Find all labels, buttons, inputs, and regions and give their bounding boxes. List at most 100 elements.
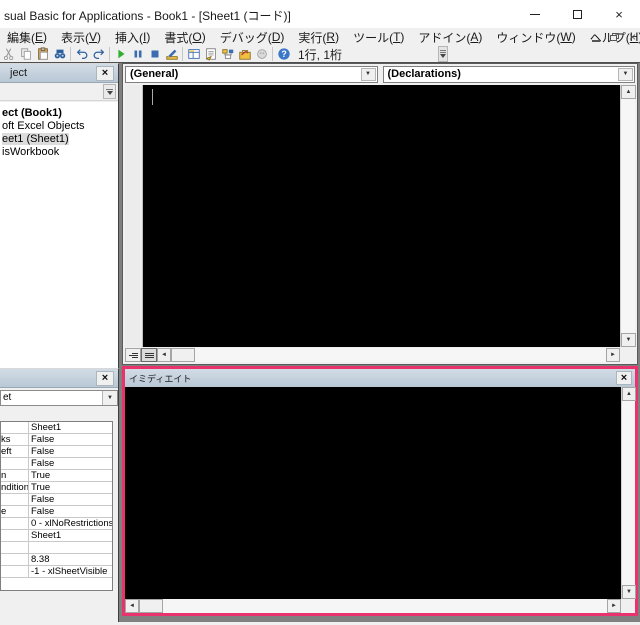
scroll-right-icon[interactable]: ► (607, 599, 621, 613)
tree-item-vbaproject[interactable]: ect (Book1) (0, 107, 118, 120)
property-name[interactable] (1, 518, 29, 529)
tree-item-sheet1[interactable]: eet1 (Sheet1) (0, 133, 118, 146)
property-name[interactable] (1, 566, 29, 577)
property-name[interactable]: n (1, 470, 29, 481)
menu-tools[interactable]: ツール(T) (346, 28, 411, 46)
property-name[interactable]: ks (1, 434, 29, 445)
property-value[interactable] (29, 542, 112, 553)
copy-icon[interactable] (17, 46, 34, 62)
assistant-icon[interactable] (253, 46, 270, 62)
object-combobox[interactable]: et ▼ (0, 390, 118, 406)
chevron-down-icon[interactable]: ▼ (360, 68, 376, 81)
code-editor-surface[interactable] (125, 85, 620, 347)
toolbar-overflow-button[interactable] (438, 46, 449, 62)
pause-icon[interactable] (129, 46, 146, 62)
immediate-vertical-scrollbar[interactable]: ▲ ▼ (621, 387, 636, 599)
menu-view[interactable]: 表示(V) (54, 28, 108, 46)
property-row[interactable]: n True (1, 470, 112, 482)
project-toolbar-overflow-button[interactable] (103, 84, 116, 99)
menu-window[interactable]: ウィンドウ(W) (489, 28, 582, 46)
tree-item-thisworkbook[interactable]: isWorkbook (0, 146, 118, 159)
run-icon[interactable] (112, 46, 129, 62)
object-dropdown[interactable]: (General) ▼ (125, 66, 378, 83)
project-close-button[interactable]: × (96, 66, 114, 81)
property-value[interactable]: False (29, 494, 112, 505)
property-row[interactable]: Sheet1 (1, 422, 112, 434)
property-name[interactable] (1, 554, 29, 565)
property-row[interactable]: e False (1, 506, 112, 518)
scrollbar-track[interactable] (163, 599, 607, 613)
help-icon[interactable]: ? (275, 46, 292, 62)
cut-icon[interactable] (0, 46, 17, 62)
property-name[interactable] (1, 530, 29, 541)
immediate-horizontal-scrollbar[interactable]: ◄ ► (125, 599, 621, 613)
property-row[interactable]: 8.38 (1, 554, 112, 566)
scroll-right-icon[interactable]: ► (606, 348, 620, 362)
property-value[interactable]: -1 - xlSheetVisible (29, 566, 112, 577)
scrollbar-thumb[interactable] (171, 348, 195, 362)
properties-window-icon[interactable] (202, 46, 219, 62)
chevron-down-icon[interactable]: ▼ (102, 391, 117, 405)
project-explorer-icon[interactable] (185, 46, 202, 62)
property-value[interactable]: 0 - xlNoRestrictions (29, 518, 112, 529)
property-row[interactable]: 0 - xlNoRestrictions (1, 518, 112, 530)
redo-icon[interactable] (90, 46, 107, 62)
property-value[interactable]: True (29, 482, 112, 493)
menu-edit[interactable]: 編集(E) (0, 28, 54, 46)
immediate-editor-surface[interactable] (125, 387, 621, 599)
mdi-close-icon[interactable]: × (629, 31, 636, 43)
code-horizontal-scrollbar[interactable]: ◄ ► (125, 348, 620, 362)
property-name[interactable] (1, 458, 29, 469)
find-icon[interactable] (51, 46, 68, 62)
property-row[interactable] (1, 542, 112, 554)
immediate-close-button[interactable]: × (616, 371, 632, 385)
properties-close-button[interactable]: × (96, 371, 114, 386)
scroll-down-icon[interactable]: ▼ (622, 585, 636, 599)
tree-item-excel-objects[interactable]: oft Excel Objects (0, 120, 118, 133)
property-name[interactable]: ndition (1, 482, 29, 493)
scroll-up-icon[interactable]: ▲ (621, 85, 636, 99)
property-row[interactable]: -1 - xlSheetVisible (1, 566, 112, 578)
property-name[interactable] (1, 494, 29, 505)
property-row[interactable]: False (1, 494, 112, 506)
paste-icon[interactable] (34, 46, 51, 62)
property-name[interactable] (1, 422, 29, 433)
property-row[interactable]: Sheet1 (1, 530, 112, 542)
property-row[interactable]: False (1, 458, 112, 470)
property-value[interactable]: False (29, 446, 112, 457)
code-vertical-scrollbar[interactable]: ▲ ▼ (620, 85, 636, 347)
stop-icon[interactable] (146, 46, 163, 62)
property-value[interactable]: Sheet1 (29, 422, 112, 433)
property-value[interactable]: False (29, 506, 112, 517)
menu-format[interactable]: 書式(O) (157, 28, 212, 46)
menu-run[interactable]: 実行(R) (291, 28, 346, 46)
chevron-down-icon[interactable]: ▼ (618, 68, 633, 81)
property-row[interactable]: ks False (1, 434, 112, 446)
property-name[interactable]: e (1, 506, 29, 517)
menu-addins[interactable]: アドイン(A) (411, 28, 489, 46)
property-value[interactable]: Sheet1 (29, 530, 112, 541)
close-button[interactable]: × (598, 0, 640, 28)
property-row[interactable]: eft False (1, 446, 112, 458)
property-name[interactable] (1, 542, 29, 553)
mdi-minimize-icon[interactable] (591, 40, 600, 42)
design-mode-icon[interactable] (163, 46, 180, 62)
scroll-up-icon[interactable]: ▲ (622, 387, 636, 401)
toolbox-icon[interactable] (236, 46, 253, 62)
procedure-dropdown[interactable]: (Declarations) ▼ (382, 66, 635, 83)
property-row[interactable]: ndition True (1, 482, 112, 494)
menu-debug[interactable]: デバッグ(D) (213, 28, 292, 46)
property-value[interactable]: True (29, 470, 112, 481)
menu-insert[interactable]: 挿入(I) (108, 28, 157, 46)
minimize-button[interactable] (514, 0, 556, 28)
full-module-view-button[interactable] (141, 348, 157, 362)
scroll-left-icon[interactable]: ◄ (157, 348, 171, 362)
scroll-down-icon[interactable]: ▼ (621, 333, 636, 347)
property-value[interactable]: False (29, 458, 112, 469)
maximize-button[interactable] (556, 0, 598, 28)
scrollbar-track[interactable] (195, 348, 606, 362)
property-value[interactable]: False (29, 434, 112, 445)
mdi-restore-icon[interactable] (609, 33, 619, 41)
property-name[interactable]: eft (1, 446, 29, 457)
object-browser-icon[interactable] (219, 46, 236, 62)
